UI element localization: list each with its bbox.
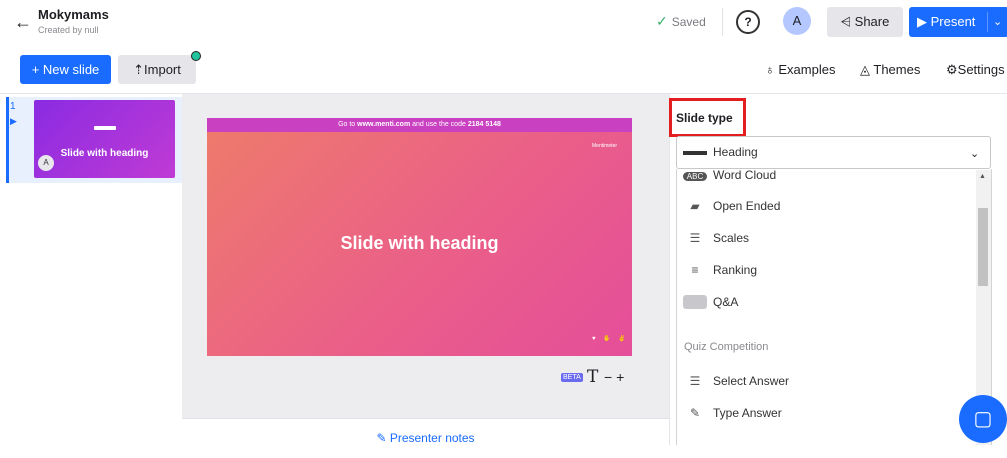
saved-label: Saved	[671, 15, 706, 29]
option-label: Word Cloud	[713, 168, 777, 182]
option-scales[interactable]: ☰ Scales	[683, 231, 749, 245]
option-ranking[interactable]: ≡ Ranking	[683, 263, 757, 277]
share-label: Share	[854, 14, 890, 29]
lightbulb-icon: ♁	[765, 62, 779, 77]
panel-divider	[669, 94, 670, 445]
play-icon: ▶	[10, 116, 17, 126]
abc-icon: ABC	[683, 172, 707, 181]
notification-dot	[191, 51, 201, 61]
list-lines-icon: ☰	[689, 374, 701, 388]
share-icon: ⩤	[840, 14, 855, 29]
qa-bubble-icon: ■	[683, 295, 707, 309]
reactions-icons: ♥ ✋ ✌	[592, 336, 629, 342]
help-button[interactable]: ?	[736, 10, 760, 34]
new-slide-button[interactable]: + New slide	[20, 55, 111, 84]
option-label: Scales	[713, 231, 750, 245]
highlight-box	[669, 98, 746, 137]
examples-label: Examples	[778, 62, 836, 77]
presentation-title[interactable]: Mokymams	[38, 7, 109, 22]
option-type-answer[interactable]: ✎ Type Answer	[683, 406, 782, 420]
scrollbar-thumb[interactable]	[978, 208, 988, 286]
present-label: ▶ Present	[917, 14, 976, 29]
option-label: Ranking	[713, 263, 758, 277]
checkmark-icon: ✓	[656, 13, 668, 29]
settings-label: Settings	[957, 62, 1005, 77]
beta-badge: BETA	[561, 373, 583, 382]
option-select-answer[interactable]: ☰ Select Answer	[683, 374, 789, 388]
saved-status: ✓ Saved	[656, 13, 706, 30]
presenter-notes-label: Presenter notes	[389, 431, 475, 445]
option-word-cloud[interactable]: ABC Word Cloud	[683, 168, 776, 182]
option-qa[interactable]: ■ Q&A	[683, 295, 738, 309]
brand-logo: Mentimeter	[592, 143, 618, 149]
banner-url: www.menti.com	[357, 121, 411, 128]
share-button[interactable]: ⩤ Share	[827, 7, 903, 37]
slide-type-selected: Heading	[713, 145, 758, 159]
avatar[interactable]: A	[783, 7, 811, 35]
zoom-controls[interactable]: − +	[604, 369, 624, 385]
sliders-icon: ☰	[689, 231, 701, 245]
option-label: Select Answer	[713, 374, 790, 388]
upload-icon: ⇡	[133, 62, 145, 77]
ranking-bars-icon: ≡	[691, 263, 699, 277]
import-button[interactable]: ⇡Import	[118, 55, 196, 84]
heading-icon	[683, 151, 707, 155]
banner-prefix: Go to	[338, 121, 356, 128]
present-text: Present	[930, 14, 976, 29]
import-label: Import	[144, 62, 181, 77]
present-divider	[987, 12, 988, 32]
presenter-notes-button[interactable]: ✎ Presenter notes	[182, 418, 669, 446]
themes-icon: ◬	[860, 62, 874, 77]
gear-icon: ⚙	[946, 62, 958, 77]
banner-code: 2184 5148	[467, 121, 501, 128]
heading-icon	[94, 126, 116, 130]
slide-thumbnail-title: Slide with heading	[60, 148, 149, 159]
chat-bubble-icon[interactable]: ▢	[959, 395, 1007, 443]
settings-button[interactable]: ⚙Settings	[946, 62, 1005, 78]
scroll-up-arrow-icon[interactable]: ▲	[979, 173, 986, 180]
option-label: Type Answer	[713, 406, 782, 420]
pencil-icon: ✎	[376, 431, 390, 445]
option-label: Open Ended	[713, 199, 781, 213]
examples-button[interactable]: ♁ Examples	[765, 62, 835, 77]
slide-number: 1	[10, 101, 16, 112]
selected-indicator	[6, 97, 9, 183]
pencil-icon: ✎	[689, 406, 701, 420]
option-label: Q&A	[713, 295, 739, 309]
text-size-icon[interactable]: T	[587, 367, 598, 387]
themes-label: Themes	[873, 62, 921, 77]
option-open-ended[interactable]: ▰ Open Ended	[683, 199, 780, 213]
divider	[722, 8, 723, 36]
banner-middle: and use the code	[412, 121, 466, 128]
slide-heading[interactable]: Slide with heading	[207, 233, 632, 254]
present-button[interactable]: ▶ Present ⌄	[909, 7, 1007, 37]
speech-bubbles-icon: ▰	[690, 199, 700, 213]
slide-thumbnail[interactable]	[34, 100, 175, 178]
section-quiz-competition: Quiz Competition	[684, 341, 769, 353]
chevron-down-icon[interactable]: ⌄	[970, 147, 979, 160]
arrow-left-icon[interactable]: ←	[14, 12, 32, 33]
thumbnail-avatar: A	[38, 155, 54, 171]
presentation-subtitle: Created by null	[38, 25, 99, 35]
chevron-down-icon[interactable]: ⌄	[993, 7, 1002, 37]
themes-button[interactable]: ◬ Themes	[860, 62, 920, 78]
join-banner: Go to www.menti.com and use the code 218…	[207, 118, 632, 132]
